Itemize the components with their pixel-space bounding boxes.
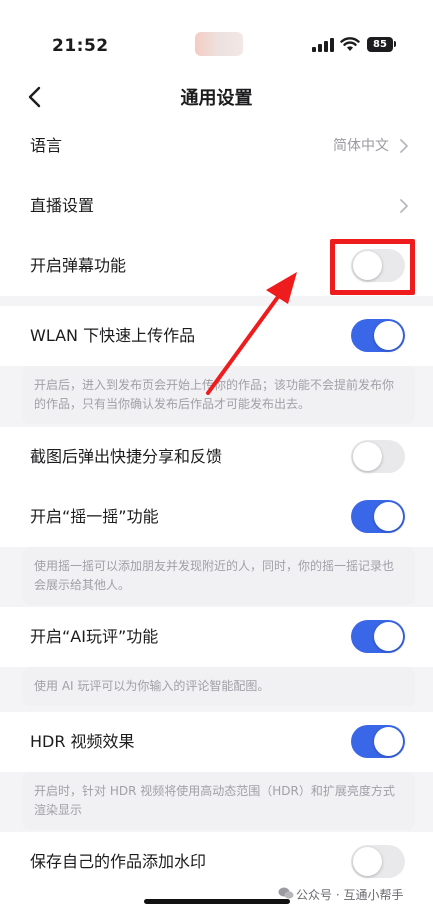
- cellular-signal-icon: [312, 38, 334, 52]
- ai-comment-description: 使用 AI 玩评可以为你输入的评论智能配图。: [22, 667, 415, 706]
- toggle-knob: [374, 727, 403, 756]
- live-settings-row[interactable]: 直播设置: [0, 176, 433, 236]
- home-indicator: [144, 899, 290, 904]
- ai-comment-row: 开启“AI玩评”功能: [0, 607, 433, 667]
- wlan-upload-toggle[interactable]: [351, 319, 405, 352]
- wlan-upload-row: WLAN 下快速上传作品: [0, 306, 433, 366]
- toggle-knob: [374, 622, 403, 651]
- toggle-knob: [374, 321, 403, 350]
- toggle-knob: [353, 442, 382, 471]
- hdr-row: HDR 视频效果: [0, 712, 433, 772]
- chevron-right-icon: [400, 139, 409, 153]
- language-label: 语言: [30, 136, 63, 155]
- danmaku-row: 开启弹幕功能: [0, 236, 433, 296]
- settings-list: 语言 简体中文 直播设置 开启弹幕功能 WLAN 下快速上传作品 开启后，进入到…: [0, 116, 433, 915]
- hdr-description: 开启时，针对 HDR 视频将使用高动态范围（HDR）和扩展亮度方式渲染显示: [22, 772, 415, 830]
- status-time: 21:52: [52, 36, 109, 56]
- wechat-icon: [278, 887, 294, 899]
- wifi-icon: [340, 37, 360, 51]
- toggle-knob: [374, 502, 403, 531]
- page-title: 通用设置: [180, 88, 253, 109]
- shake-label: 开启“摇一摇”功能: [30, 507, 159, 526]
- chevron-right-icon: [400, 199, 409, 213]
- hdr-toggle[interactable]: [351, 725, 405, 758]
- screenshot-share-row: 截图后弹出快捷分享和反馈: [0, 427, 433, 487]
- blurred-notification: [195, 32, 243, 56]
- live-settings-label: 直播设置: [30, 196, 95, 215]
- wlan-upload-label: WLAN 下快速上传作品: [30, 326, 196, 345]
- battery-icon: 85: [367, 37, 393, 52]
- wlan-upload-description: 开启后，进入到发布页会开始上传你的作品；该功能不会提前发布你的作品，只有当你确认…: [22, 366, 415, 424]
- screenshot-share-label: 截图后弹出快捷分享和反馈: [30, 447, 223, 466]
- watermark-text: 公众号 · 互通小帮手: [296, 888, 404, 902]
- danmaku-label: 开启弹幕功能: [30, 256, 127, 275]
- status-bar: 21:52 85: [0, 0, 433, 80]
- toggle-knob: [353, 251, 382, 280]
- language-row[interactable]: 语言 简体中文: [0, 116, 433, 176]
- battery-cap: [394, 41, 396, 47]
- screenshot-share-toggle[interactable]: [351, 440, 405, 473]
- shake-description: 使用摇一摇可以添加朋友并发现附近的人，同时，你的摇一摇记录也会展示给其他人。: [22, 547, 415, 605]
- danmaku-toggle[interactable]: [351, 249, 405, 282]
- add-watermark-row: 保存自己的作品添加水印: [0, 832, 433, 892]
- ai-comment-label: 开启“AI玩评”功能: [30, 627, 159, 646]
- nav-bar: 通用设置: [0, 72, 433, 122]
- language-value: 简体中文: [333, 138, 389, 154]
- add-watermark-label: 保存自己的作品添加水印: [30, 852, 207, 871]
- hdr-label: HDR 视频效果: [30, 732, 135, 751]
- ai-comment-toggle[interactable]: [351, 620, 405, 653]
- shake-toggle[interactable]: [351, 500, 405, 533]
- shake-row: 开启“摇一摇”功能: [0, 487, 433, 547]
- add-watermark-toggle[interactable]: [351, 845, 405, 878]
- toggle-knob: [353, 847, 382, 876]
